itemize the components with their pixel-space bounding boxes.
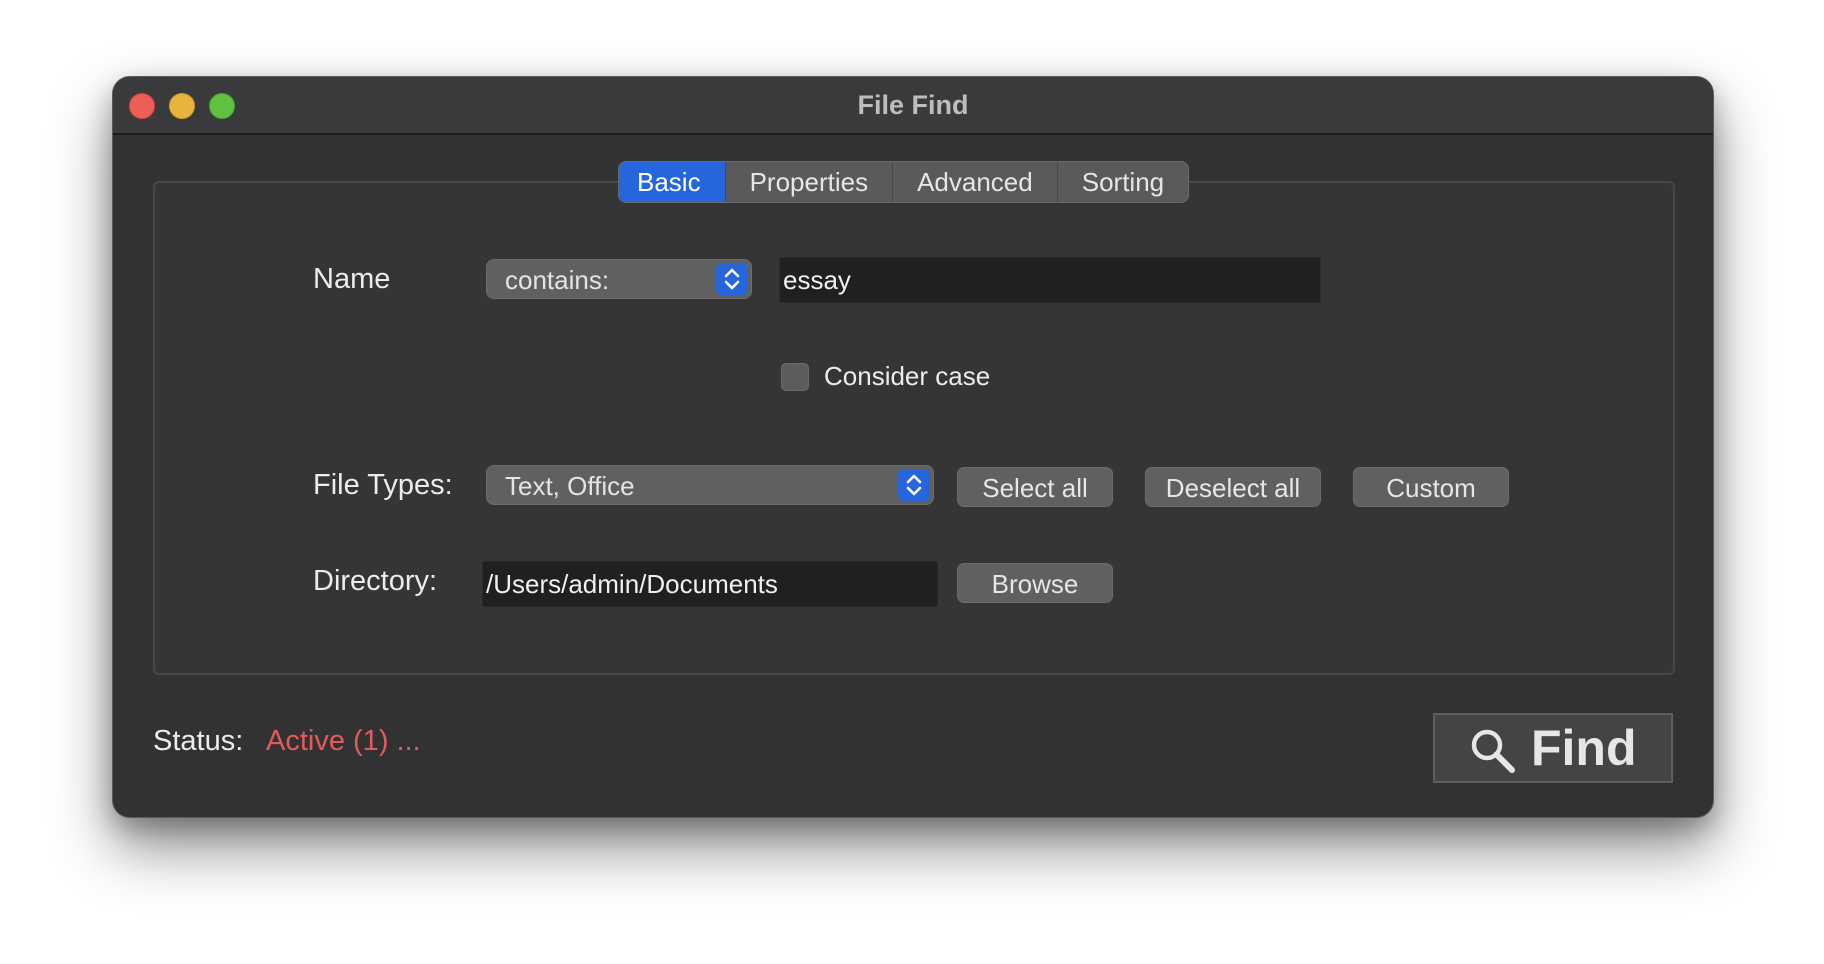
title-bar[interactable]: File Find <box>113 77 1713 135</box>
deselect-all-button[interactable]: Deselect all <box>1145 467 1321 507</box>
directory-label: Directory: <box>313 565 438 597</box>
find-button-label: Find <box>1531 720 1637 776</box>
find-button[interactable]: Find <box>1433 713 1673 783</box>
name-match-popup[interactable]: contains: <box>486 259 752 299</box>
window-title: File Find <box>857 90 969 120</box>
file-types-value: Text, Office <box>505 471 635 501</box>
chevron-updown-icon <box>716 263 748 295</box>
tab-bar: Basic Properties Advanced Sorting <box>618 161 1190 203</box>
tab-advanced[interactable]: Advanced <box>892 162 1057 202</box>
select-all-button[interactable]: Select all <box>957 467 1113 507</box>
magnifier-icon <box>1469 725 1517 773</box>
name-search-field[interactable] <box>779 257 1321 303</box>
browse-button[interactable]: Browse <box>957 563 1113 603</box>
tab-properties[interactable]: Properties <box>724 162 893 202</box>
file-types-label: File Types: <box>313 469 453 501</box>
name-label: Name <box>313 263 391 295</box>
file-types-popup[interactable]: Text, Office <box>486 465 934 505</box>
chevron-updown-icon <box>898 469 930 501</box>
tab-basic[interactable]: Basic <box>619 162 725 202</box>
custom-button[interactable]: Custom <box>1353 467 1509 507</box>
status-value: Active (1) ... <box>266 725 421 757</box>
directory-field[interactable] <box>482 561 938 607</box>
consider-case-checkbox[interactable] <box>781 363 809 391</box>
consider-case-label: Consider case <box>824 361 991 391</box>
file-find-window: File Find Basic Properties Advanced Sort… <box>112 76 1714 818</box>
status-label: Status: <box>153 725 244 757</box>
tab-sorting[interactable]: Sorting <box>1056 162 1188 202</box>
name-match-value: contains: <box>505 265 610 295</box>
